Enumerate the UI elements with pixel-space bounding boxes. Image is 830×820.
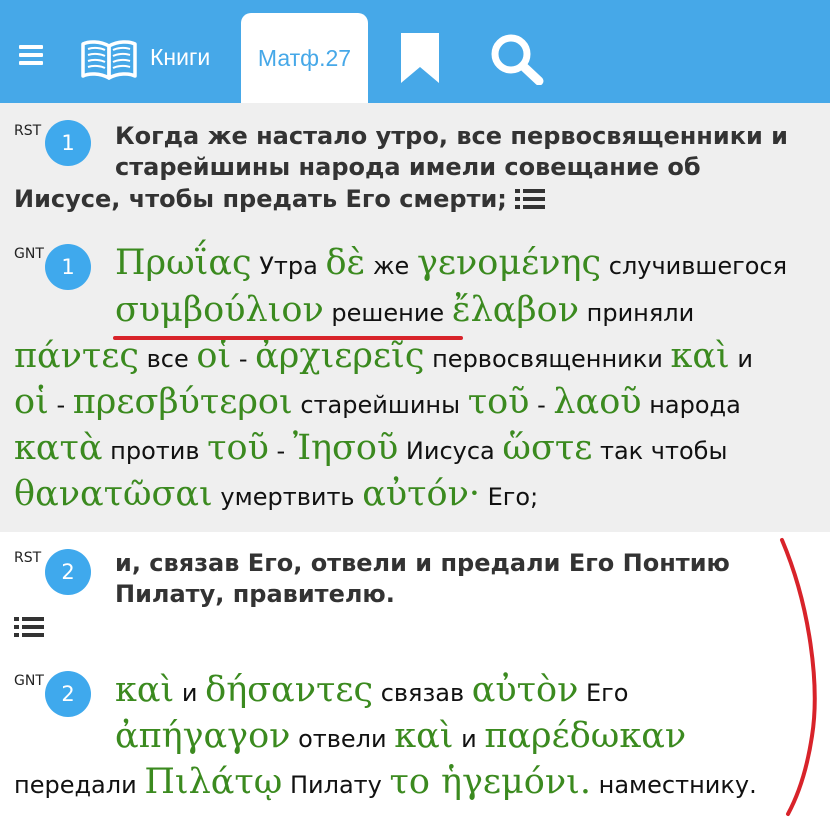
russian-gloss: же: [372, 252, 410, 280]
rst-verse-line: Иисусе, чтобы предать Его смерти;: [14, 184, 546, 215]
list-icon[interactable]: [14, 616, 44, 638]
russian-gloss: случившегося: [608, 252, 788, 280]
russian-gloss: отвели: [298, 725, 387, 753]
russian-gloss: -: [537, 391, 546, 419]
greek-word[interactable]: πρεσβύτεροι: [73, 382, 293, 422]
greek-word[interactable]: ὥστε: [502, 428, 592, 468]
verse-number-badge[interactable]: 1: [45, 120, 91, 166]
russian-gloss: наместнику.: [598, 771, 757, 799]
open-book-icon[interactable]: [80, 40, 138, 80]
translation-tag-rst: RST: [14, 550, 42, 566]
hamburger-menu-icon[interactable]: [19, 45, 43, 65]
rst-verse-line: и, связав Его, отвели и предали Его Понт…: [115, 549, 730, 577]
verse-block-2: RST 2 и, связав Его, отвели и предали Ег…: [0, 532, 830, 820]
translation-tag-gnt: GNT: [14, 673, 44, 689]
rst-verse-line: Пилату, правителю.: [115, 580, 395, 608]
verse-number-badge[interactable]: 2: [45, 671, 91, 717]
greek-word[interactable]: Πρωΐας: [115, 243, 252, 283]
russian-gloss: все: [146, 345, 189, 373]
greek-word[interactable]: οἱ: [14, 382, 49, 422]
russian-gloss: и: [181, 679, 198, 707]
red-curve-annotation: [780, 538, 817, 816]
gnt-interlinear-line: Πρωΐας Утра δὲ же γενομένης случившегося: [115, 243, 787, 283]
russian-gloss: передали: [14, 771, 137, 799]
verse-block-1: RST 1 Когда же настало утро, все первосв…: [0, 103, 830, 532]
russian-gloss: и: [737, 345, 753, 373]
russian-gloss: -: [276, 437, 286, 465]
translation-tag-rst: RST: [14, 123, 42, 139]
russian-gloss: Его: [586, 679, 629, 707]
greek-word[interactable]: το ἡγεμόνι.: [389, 762, 591, 802]
rst-verse-text: Иисусе, чтобы предать Его смерти;: [14, 185, 507, 213]
greek-word[interactable]: γενομένης: [417, 243, 601, 283]
greek-word[interactable]: θανατῶσαι: [14, 474, 213, 514]
greek-word[interactable]: ἀρχιερεῖς: [255, 336, 424, 376]
tab-current-chapter[interactable]: Матф.27: [241, 13, 368, 103]
greek-word[interactable]: αὐτὸν: [472, 670, 579, 710]
gnt-interlinear-line: καὶ и δήσαντες связав αὐτὸν Его: [115, 670, 628, 710]
russian-gloss: и: [461, 725, 477, 753]
greek-word[interactable]: οἱ: [196, 336, 231, 376]
russian-gloss: Его;: [487, 483, 539, 511]
top-toolbar: Книги Матф.27: [0, 0, 830, 103]
greek-word[interactable]: Πιλάτῳ: [144, 762, 282, 802]
greek-word[interactable]: Ἰησοῦ: [293, 428, 398, 468]
rst-verse-line: старейшины народа имели совещание об: [115, 153, 701, 181]
greek-word[interactable]: καὶ: [115, 670, 174, 710]
verse-number-badge[interactable]: 2: [45, 549, 91, 595]
search-icon[interactable]: [490, 33, 544, 85]
greek-word[interactable]: τοῦ: [207, 428, 269, 468]
gnt-interlinear-line: передали Πιλάτῳ Пилату το ἡγεμόνι. намес…: [14, 762, 757, 802]
russian-gloss: Утра: [259, 252, 318, 280]
bookmark-icon[interactable]: [400, 33, 440, 83]
greek-word[interactable]: καὶ: [394, 716, 453, 756]
russian-gloss: старейшины: [300, 391, 461, 419]
greek-word[interactable]: κατὰ: [14, 428, 103, 468]
russian-gloss: -: [238, 345, 248, 373]
greek-word[interactable]: πάντες: [14, 336, 139, 376]
greek-word[interactable]: ἀπήγαγον: [115, 716, 290, 756]
gnt-interlinear-line: ἀπήγαγον отвели καὶ и παρέδωκαν: [115, 716, 686, 756]
russian-gloss: связав: [380, 679, 465, 707]
greek-word[interactable]: ἔλαβον: [452, 290, 579, 330]
russian-gloss: Иисуса: [405, 437, 495, 465]
russian-gloss: так чтобы: [599, 437, 728, 465]
gnt-interlinear-line: κατὰ против τοῦ - Ἰησοῦ Иисуса ὥστε так …: [14, 428, 727, 468]
translation-tag-gnt: GNT: [14, 246, 44, 262]
gnt-interlinear-line: συμβούλιον решение ἔλαβον приняли: [115, 290, 694, 330]
russian-gloss: решение: [331, 299, 445, 327]
verse-number-badge[interactable]: 1: [45, 244, 91, 290]
greek-word[interactable]: παρέδωκαν: [484, 716, 686, 756]
greek-word[interactable]: καὶ: [671, 336, 730, 376]
rst-verse-line: Когда же настало утро, все первосвященни…: [115, 122, 788, 150]
books-nav-label[interactable]: Книги: [150, 44, 210, 71]
greek-word[interactable]: λαοῦ: [553, 382, 641, 422]
russian-gloss: -: [56, 391, 66, 419]
greek-word[interactable]: τοῦ: [468, 382, 530, 422]
greek-word[interactable]: δήσαντες: [205, 670, 373, 710]
red-underline-annotation: [113, 336, 463, 340]
russian-gloss: Пилату: [289, 771, 382, 799]
greek-word[interactable]: δὲ: [325, 243, 365, 283]
greek-word[interactable]: συμβούλιον: [115, 290, 324, 330]
gnt-interlinear-line: πάντες все οἱ - ἀρχιερεῖς первосвященник…: [14, 336, 753, 376]
gnt-interlinear-line: οἱ - πρεσβύτεροι старейшины τοῦ - λαοῦ н…: [14, 382, 741, 422]
list-icon[interactable]: [515, 188, 546, 210]
russian-gloss: первосвященники: [432, 345, 663, 373]
gnt-interlinear-line: θανατῶσαι умертвить αὐτόν· Его;: [14, 474, 538, 514]
russian-gloss: приняли: [586, 299, 695, 327]
russian-gloss: против: [110, 437, 200, 465]
greek-word[interactable]: αὐτόν·: [362, 474, 480, 514]
russian-gloss: умертвить: [220, 483, 355, 511]
russian-gloss: народа: [649, 391, 741, 419]
